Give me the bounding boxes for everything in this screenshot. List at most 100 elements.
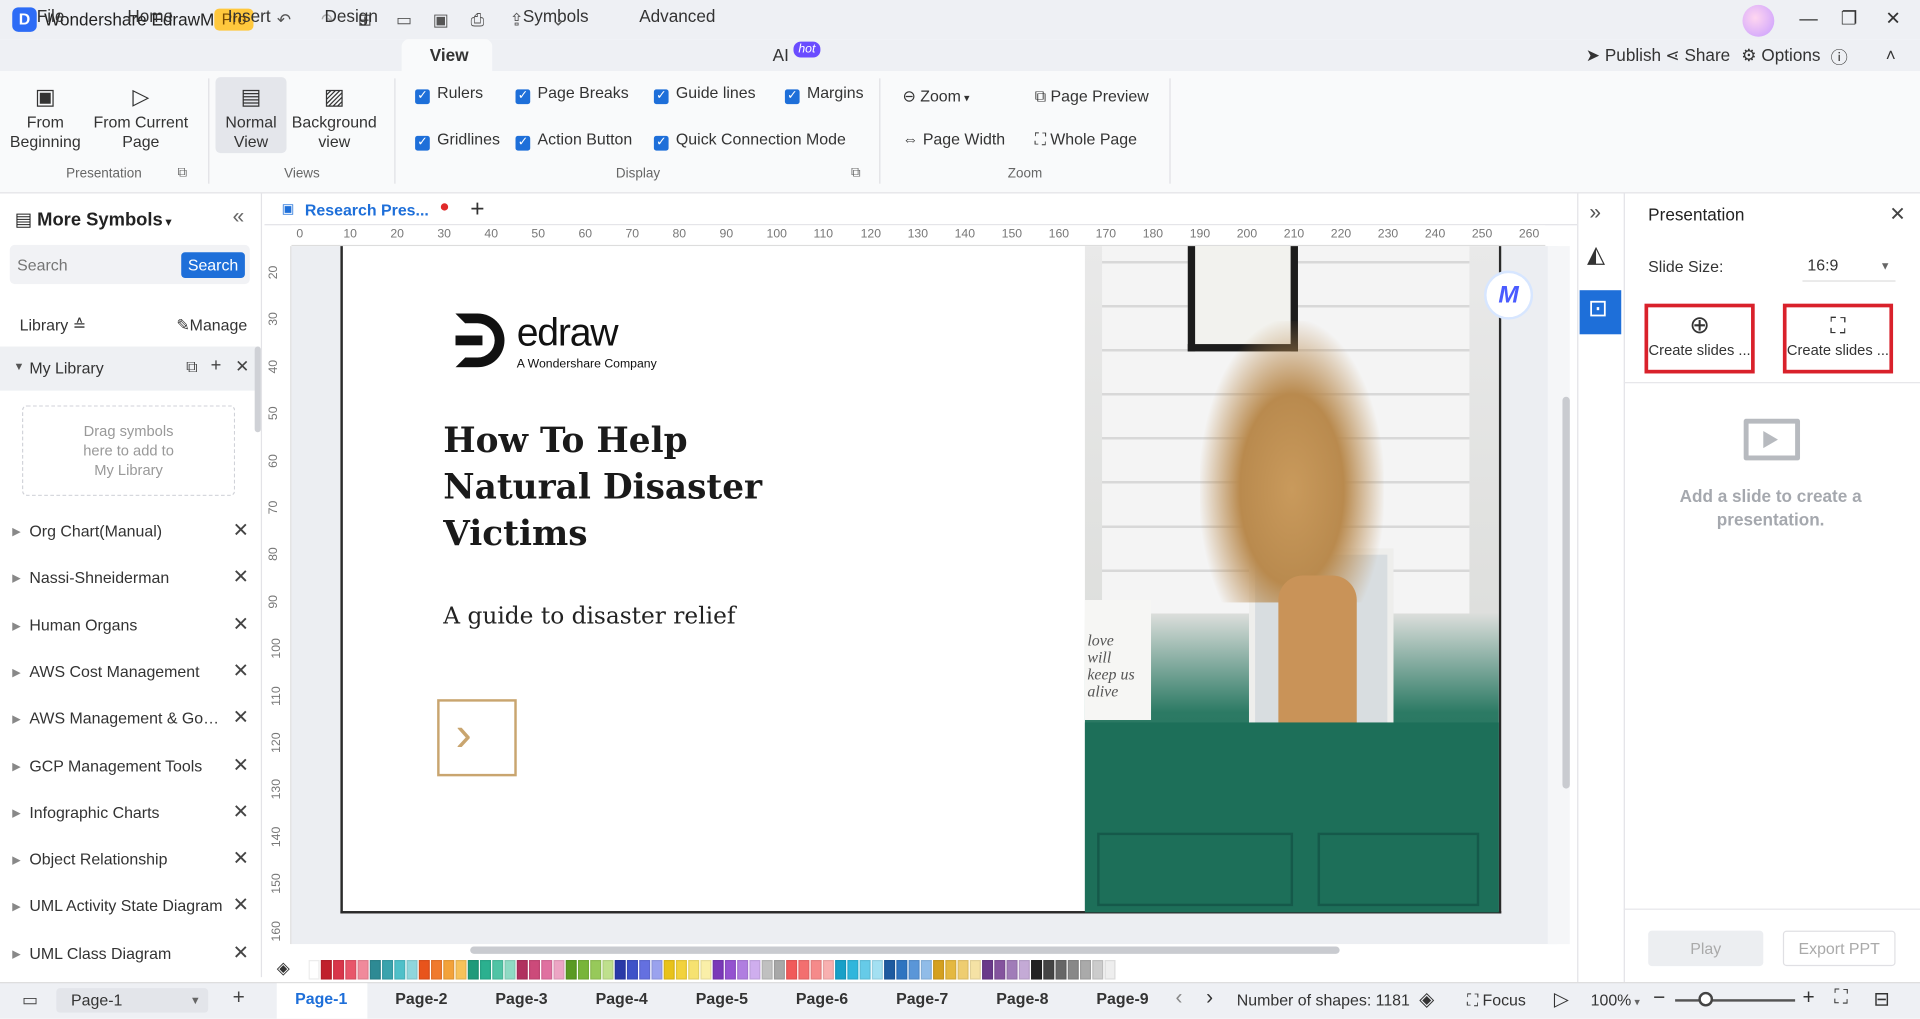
zoom-out-icon[interactable]: − (1653, 986, 1665, 1010)
search-button[interactable]: Search (181, 252, 245, 278)
color-swatch[interactable] (982, 960, 994, 980)
play-button[interactable]: Play (1648, 930, 1764, 967)
menu-view[interactable]: View (430, 45, 469, 65)
color-swatch[interactable] (1006, 960, 1018, 980)
margins-checkbox[interactable]: ✓ Margins (784, 82, 864, 105)
normal-view-button[interactable]: ▤ Normal View (216, 83, 287, 152)
sidebar-library-item[interactable]: ▶ GCP Management Tools ✕ (0, 743, 260, 790)
from-current-page-button[interactable]: ▷ From Current Page (93, 83, 189, 152)
color-swatch[interactable] (822, 960, 834, 980)
color-swatch[interactable] (835, 960, 847, 980)
color-swatch[interactable] (688, 960, 700, 980)
new-tab-icon[interactable]: + (470, 196, 484, 224)
color-swatch[interactable] (492, 960, 504, 980)
zoom-slider[interactable] (1675, 999, 1796, 1002)
slide-subtitle[interactable]: A guide to disaster relief (443, 602, 735, 629)
sidebar-library-item[interactable]: ▶ Object Relationship ✕ (0, 836, 260, 883)
collapse-ribbon-icon[interactable]: ˄ (1886, 45, 1896, 65)
share-button[interactable]: ⋖ Share (1665, 45, 1730, 66)
color-swatch[interactable] (480, 960, 492, 980)
vertical-scrollbar[interactable] (1562, 396, 1570, 789)
color-swatch[interactable] (369, 960, 381, 980)
color-swatch[interactable] (1055, 960, 1067, 980)
close-icon[interactable]: ✕ (233, 836, 249, 883)
color-swatch[interactable] (333, 960, 345, 980)
minimize-icon[interactable]: — (1790, 5, 1827, 34)
color-swatch[interactable] (957, 960, 969, 980)
import-icon[interactable]: ⧉ (186, 358, 197, 378)
color-swatch[interactable] (308, 960, 320, 980)
color-swatch[interactable] (455, 960, 467, 980)
menu-design[interactable]: Design (324, 6, 377, 26)
ai-assistant-icon[interactable]: M (1484, 270, 1534, 320)
page-panel-icon[interactable]: ▭ (22, 989, 38, 1010)
page-tab[interactable]: Page-1 (295, 989, 347, 1007)
quick-connection-checkbox[interactable]: ✓ Quick Connection Mode (653, 129, 846, 151)
page-preview-button[interactable]: ⧉ Page Preview (1035, 86, 1149, 108)
action-button-checkbox[interactable]: ✓ Action Button (515, 129, 632, 151)
menu-ai[interactable]: AI (773, 45, 789, 65)
close-icon[interactable]: ✕ (233, 602, 249, 649)
close-icon[interactable]: ✕ (233, 930, 249, 977)
next-page-icon[interactable]: › (1206, 986, 1213, 1010)
color-swatch[interactable] (614, 960, 626, 980)
expand-panel-icon[interactable]: » (1589, 201, 1601, 225)
sidebar-library-item[interactable]: ▶ Infographic Charts ✕ (0, 790, 260, 837)
help-icon[interactable]: ⓘ (1831, 45, 1848, 69)
slide-size-select[interactable]: 16:9 ▼ (1802, 250, 1896, 282)
color-swatch[interactable] (786, 960, 798, 980)
color-swatch[interactable] (737, 960, 749, 980)
color-swatch[interactable] (418, 960, 430, 980)
color-swatch[interactable] (639, 960, 651, 980)
color-swatch[interactable] (626, 960, 638, 980)
create-slides-button[interactable]: ⊕ Create slides ... (1644, 303, 1755, 374)
document-tab[interactable]: Research Pres... (305, 201, 429, 219)
menu-file[interactable]: File (37, 6, 65, 26)
close-icon[interactable]: ✕ (233, 743, 249, 790)
horizontal-scrollbar[interactable] (470, 946, 1340, 954)
color-swatch[interactable] (884, 960, 896, 980)
search-input[interactable] (17, 249, 177, 280)
close-icon[interactable]: ✕ (233, 883, 249, 930)
close-icon[interactable]: ✕ (233, 649, 249, 696)
color-swatch[interactable] (847, 960, 859, 980)
manage-button[interactable]: ✎Manage (176, 316, 247, 336)
color-swatch[interactable] (565, 960, 577, 980)
sidebar-library-item[interactable]: ▶ UML Activity State Diagram ✕ (0, 883, 260, 930)
print-icon[interactable]: ⎙ (465, 7, 489, 31)
page-tab[interactable]: Page-7 (896, 989, 948, 1007)
user-avatar[interactable] (1742, 4, 1775, 37)
color-swatch[interactable] (406, 960, 418, 980)
color-swatch[interactable] (553, 960, 565, 980)
layers-icon[interactable]: ◈ (1419, 987, 1434, 1011)
options-button[interactable]: ⚙ Options (1741, 45, 1820, 66)
menu-home[interactable]: Home (127, 6, 173, 26)
color-swatch[interactable] (933, 960, 945, 980)
page-breaks-checkbox[interactable]: ✓ Page Breaks (515, 82, 629, 105)
focus-button[interactable]: ⛶ Focus (1467, 991, 1526, 1011)
color-swatch[interactable] (1104, 960, 1116, 980)
page-tab[interactable]: Page-3 (495, 989, 547, 1007)
close-icon[interactable]: ✕ (1889, 202, 1905, 226)
sidebar-library-item[interactable]: ▶ AWS Management & Gove... ✕ (0, 696, 260, 743)
color-swatch[interactable] (859, 960, 871, 980)
color-swatch[interactable] (761, 960, 773, 980)
color-swatch[interactable] (320, 960, 332, 980)
color-swatch[interactable] (1043, 960, 1055, 980)
create-slides-from-template-button[interactable]: ⛶ Create slides ... (1782, 303, 1894, 374)
color-swatch[interactable] (712, 960, 724, 980)
slide-title[interactable]: How To Help Natural Disaster Victims (443, 418, 762, 558)
page-width-button[interactable]: ⇔ Page Width (902, 129, 1005, 151)
rulers-checkbox[interactable]: ✓ Rulers (415, 82, 483, 105)
color-swatch[interactable] (896, 960, 908, 980)
color-swatch[interactable] (773, 960, 785, 980)
open-folder-icon[interactable]: ▭ (392, 7, 416, 31)
color-swatch[interactable] (528, 960, 541, 980)
close-icon[interactable]: ✕ (233, 555, 249, 602)
zoom-level[interactable]: 100% ▾ (1591, 991, 1640, 1009)
color-swatch[interactable] (590, 960, 602, 980)
prev-page-icon[interactable]: ‹ (1176, 986, 1183, 1010)
color-swatch[interactable] (945, 960, 957, 980)
color-swatch[interactable] (724, 960, 736, 980)
color-swatch[interactable] (1018, 960, 1030, 980)
